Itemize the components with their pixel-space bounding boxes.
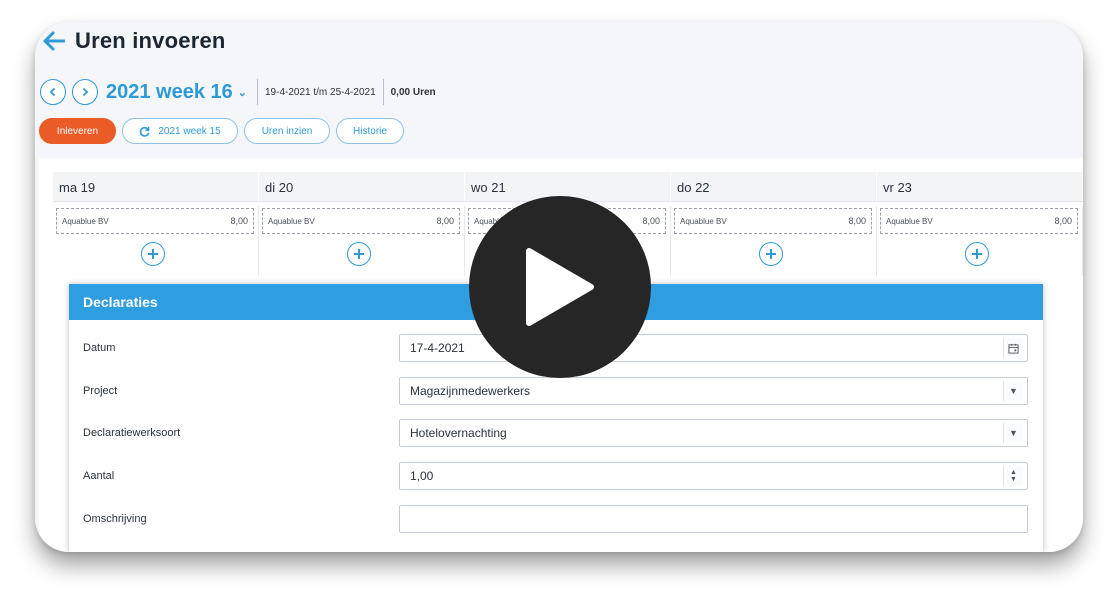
entry-hours: 8,00 <box>230 216 248 226</box>
stepper-icon[interactable]: ▲ ▼ <box>1003 466 1023 486</box>
form-row-werksoort: Declaratiewerksoort Hotelovernachting ▼ <box>83 419 1028 447</box>
quantity-value: 1,00 <box>410 469 434 483</box>
field-label: Declaratiewerksoort <box>83 427 181 439</box>
play-button[interactable] <box>469 196 651 378</box>
caret-down-icon[interactable]: ▼ <box>1003 381 1023 401</box>
action-buttons: Inleveren 2021 week 15 Uren inzien Histo… <box>39 118 410 144</box>
page-title: Uren invoeren <box>75 28 226 53</box>
add-entry-button[interactable] <box>965 242 989 266</box>
project-select[interactable]: Magazijnmedewerkers ▼ <box>399 377 1028 405</box>
play-icon <box>526 248 594 326</box>
hour-entry[interactable]: Aquablue BV 8,00 <box>56 208 254 234</box>
entry-client: Aquablue BV <box>680 216 727 226</box>
werksoort-value: Hotelovernachting <box>410 426 507 440</box>
entry-client: Aquablue BV <box>886 216 933 226</box>
divider <box>382 79 384 105</box>
date-value: 17-4-2021 <box>410 341 465 355</box>
view-hours-button[interactable]: Uren inzien <box>244 118 330 144</box>
quantity-stepper[interactable]: 1,00 ▲ ▼ <box>399 462 1028 490</box>
chevron-down-icon: ⌄ <box>237 86 247 99</box>
week-range: 19-4-2021 t/m 25-4-2021 <box>265 86 376 98</box>
day-header: do 22 <box>671 172 877 201</box>
next-week-button[interactable] <box>72 79 98 105</box>
total-hours: 0,00 Uren <box>390 86 436 98</box>
previous-week-copy-button[interactable]: 2021 week 15 <box>122 118 238 144</box>
field-label: Aantal <box>83 470 115 482</box>
add-entry-button[interactable] <box>759 242 783 266</box>
week-navigation: 2021 week 16 ⌄ 19-4-2021 t/m 25-4-2021 0… <box>40 78 436 106</box>
add-entry-button[interactable] <box>141 242 165 266</box>
day-header: vr 23 <box>877 172 1083 201</box>
hour-entry[interactable]: Aquablue BV 8,00 <box>674 208 872 234</box>
form-row-project: Project Magazijnmedewerkers ▼ <box>83 377 1028 405</box>
previous-week-copy-label: 2021 week 15 <box>158 125 221 137</box>
project-value: Magazijnmedewerkers <box>410 384 531 398</box>
entry-client: Aquablue BV <box>268 216 315 226</box>
previous-week-button[interactable] <box>40 79 66 105</box>
hour-entry[interactable]: Aquablue BV 8,00 <box>880 208 1078 234</box>
entry-hours: 8,00 <box>1054 216 1072 226</box>
title-bar: Uren invoeren <box>41 28 226 54</box>
week-selector[interactable]: 2021 week 16 ⌄ <box>106 81 247 104</box>
plus-icon <box>354 249 364 259</box>
entry-hours: 8,00 <box>436 216 454 226</box>
history-button[interactable]: Historie <box>336 118 404 144</box>
form-row-omschrijving: Omschrijving <box>83 505 1028 533</box>
plus-icon <box>766 249 776 259</box>
entry-hours: 8,00 <box>848 216 866 226</box>
day-column: Aquablue BV 8,00 <box>259 206 465 276</box>
entry-client: Aquablue BV <box>62 216 109 226</box>
werksoort-select[interactable]: Hotelovernachting ▼ <box>399 419 1028 447</box>
chevron-right-icon <box>82 87 89 97</box>
week-label: 2021 week 16 <box>106 80 233 103</box>
plus-icon <box>972 249 982 259</box>
description-input[interactable] <box>399 505 1028 533</box>
caret-down-icon[interactable]: ▼ <box>1003 423 1023 443</box>
chevron-left-icon <box>49 87 56 97</box>
day-header: ma 19 <box>53 172 259 201</box>
day-column: Aquablue BV 8,00 <box>877 206 1083 276</box>
form-row-aantal: Aantal 1,00 ▲ ▼ <box>83 462 1028 490</box>
field-label: Project <box>83 385 118 397</box>
hour-entry[interactable]: Aquablue BV 8,00 <box>262 208 460 234</box>
field-label: Datum <box>83 342 116 354</box>
calendar-icon[interactable] <box>1003 338 1023 358</box>
back-arrow-icon[interactable] <box>41 28 67 54</box>
day-column: Aquablue BV 8,00 <box>671 206 877 276</box>
refresh-icon <box>139 126 150 137</box>
plus-icon <box>148 249 158 259</box>
add-entry-button[interactable] <box>347 242 371 266</box>
day-header: di 20 <box>259 172 465 201</box>
submit-button[interactable]: Inleveren <box>39 118 116 144</box>
divider <box>257 79 258 105</box>
entry-hours: 8,00 <box>642 216 660 226</box>
field-label: Omschrijving <box>83 513 147 525</box>
day-column: Aquablue BV 8,00 <box>53 206 259 276</box>
